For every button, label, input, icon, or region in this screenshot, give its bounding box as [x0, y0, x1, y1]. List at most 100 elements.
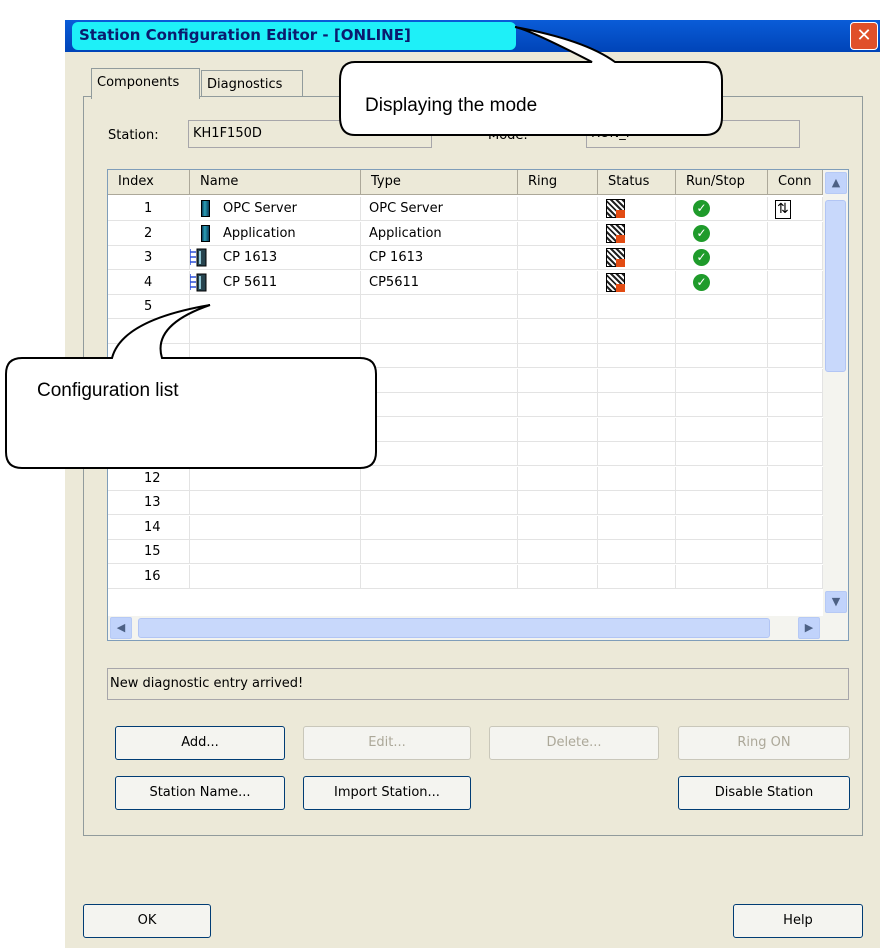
disable-station-button[interactable]: Disable Station: [678, 776, 850, 810]
horizontal-scroll-thumb[interactable]: [138, 618, 770, 638]
table-cell-index: 15: [108, 540, 190, 564]
table-cell-name: CP 1613: [190, 246, 361, 270]
scroll-down-button[interactable]: ▼: [825, 591, 847, 613]
table-cell-conn: [768, 491, 823, 515]
edit-button[interactable]: Edit...: [303, 726, 471, 760]
table-cell-run: ✓: [676, 221, 768, 246]
table-row[interactable]: 8: [108, 368, 823, 393]
row-index: 6: [144, 323, 153, 339]
status-icon: [606, 223, 625, 243]
table-cell-run: [676, 319, 768, 344]
table-cell-conn: [768, 319, 823, 344]
row-index: 14: [144, 519, 161, 535]
column-header-index[interactable]: Index: [108, 170, 190, 195]
list-callout-text: Configuration list: [37, 380, 179, 401]
table-row[interactable]: 1 OPC Server OPC Server ✓ ⇅: [108, 197, 823, 221]
station-name-button[interactable]: Station Name...: [115, 776, 285, 810]
table-cell-type: [361, 417, 518, 442]
table-cell-status: [598, 515, 676, 540]
table-cell-conn: [768, 540, 823, 564]
table-cell-conn: [768, 295, 823, 319]
table-cell-type: [361, 368, 518, 393]
row-index: 5: [144, 299, 153, 314]
help-button[interactable]: Help: [733, 904, 863, 938]
table-row[interactable]: 15: [108, 540, 823, 564]
table-cell-status: [598, 417, 676, 442]
row-name: CP 5611: [223, 274, 278, 290]
table-cell-ring: [518, 540, 598, 564]
add-button[interactable]: Add...: [115, 726, 285, 760]
table-cell-type: [361, 466, 518, 491]
table-cell-index: 2: [108, 221, 190, 246]
column-header-conn[interactable]: Conn: [768, 170, 823, 195]
table-cell-type: [361, 564, 518, 589]
column-header-type[interactable]: Type: [361, 170, 518, 195]
table-cell-status: [598, 540, 676, 564]
table-cell-ring: [518, 442, 598, 466]
table-row[interactable]: 3 CP 1613 CP 1613 ✓: [108, 246, 823, 270]
table-cell-status: [598, 344, 676, 368]
column-header-name[interactable]: Name: [190, 170, 361, 195]
table-row[interactable]: 14: [108, 515, 823, 540]
scroll-up-button[interactable]: ▲: [825, 172, 847, 194]
table-cell-status: [598, 564, 676, 589]
delete-button[interactable]: Delete...: [489, 726, 659, 760]
column-header-status[interactable]: Status: [598, 170, 676, 195]
table-cell-ring: [518, 221, 598, 246]
table-cell-name: [190, 564, 361, 589]
table-cell-type: [361, 491, 518, 515]
table-cell-index: 4: [108, 270, 190, 295]
row-index: 12: [144, 470, 161, 486]
table-row[interactable]: 7: [108, 344, 823, 368]
tab-components[interactable]: Components: [91, 68, 200, 99]
import-station-button[interactable]: Import Station...: [303, 776, 471, 810]
column-header-run-stop[interactable]: Run/Stop: [676, 170, 768, 195]
table-cell-status: [598, 270, 676, 295]
table-cell-conn: [768, 270, 823, 295]
table-row[interactable]: 13: [108, 491, 823, 515]
table-cell-ring: [518, 515, 598, 540]
table-cell-type: [361, 393, 518, 417]
vertical-scroll-thumb[interactable]: [825, 200, 846, 372]
row-index: 16: [144, 568, 161, 584]
table-cell-ring: [518, 417, 598, 442]
window-title: Station Configuration Editor - [ONLINE]: [79, 26, 411, 44]
table-cell-type: [361, 344, 518, 368]
table-cell-name: Application: [190, 221, 361, 246]
table-row[interactable]: 4 CP 5611 CP5611 ✓: [108, 270, 823, 295]
table-row[interactable]: 6: [108, 319, 823, 344]
configuration-table[interactable]: Index Name Type Ring Status Run/Stop Con…: [107, 169, 849, 641]
row-index: 3: [144, 250, 153, 265]
table-cell-type: OPC Server: [361, 197, 518, 221]
table-cell-index: 13: [108, 491, 190, 515]
mode-field: RUN_P: [586, 120, 800, 148]
connection-icon: ⇅: [775, 200, 791, 219]
ok-button[interactable]: OK: [83, 904, 211, 938]
table-cell-type: CP5611: [361, 270, 518, 295]
row-index: 15: [144, 544, 161, 559]
table-cell-status: [598, 368, 676, 393]
table-cell-name: [190, 368, 361, 393]
table-cell-status: [598, 221, 676, 246]
table-cell-ring: [518, 197, 598, 221]
table-row[interactable]: 16: [108, 564, 823, 589]
table-cell-type: [361, 295, 518, 319]
ring-on-button[interactable]: Ring ON: [678, 726, 850, 760]
table-row[interactable]: 12: [108, 466, 823, 491]
table-row[interactable]: 10: [108, 417, 823, 442]
table-row[interactable]: 11: [108, 442, 823, 466]
table-cell-ring: [518, 393, 598, 417]
scroll-left-button[interactable]: ◀: [110, 617, 132, 639]
scroll-right-button[interactable]: ▶: [798, 617, 820, 639]
close-icon: ✕: [856, 25, 872, 46]
close-button[interactable]: ✕: [850, 22, 878, 50]
station-label: Station:: [108, 128, 159, 143]
row-index: 11: [144, 446, 161, 461]
column-header-ring[interactable]: Ring: [518, 170, 598, 195]
table-row[interactable]: 5: [108, 295, 823, 319]
pc-station-icon: [201, 224, 210, 242]
chevron-up-icon: ▲: [831, 176, 841, 189]
table-row[interactable]: 2 Application Application ✓: [108, 221, 823, 246]
table-cell-status: [598, 295, 676, 319]
table-row[interactable]: 9: [108, 393, 823, 417]
